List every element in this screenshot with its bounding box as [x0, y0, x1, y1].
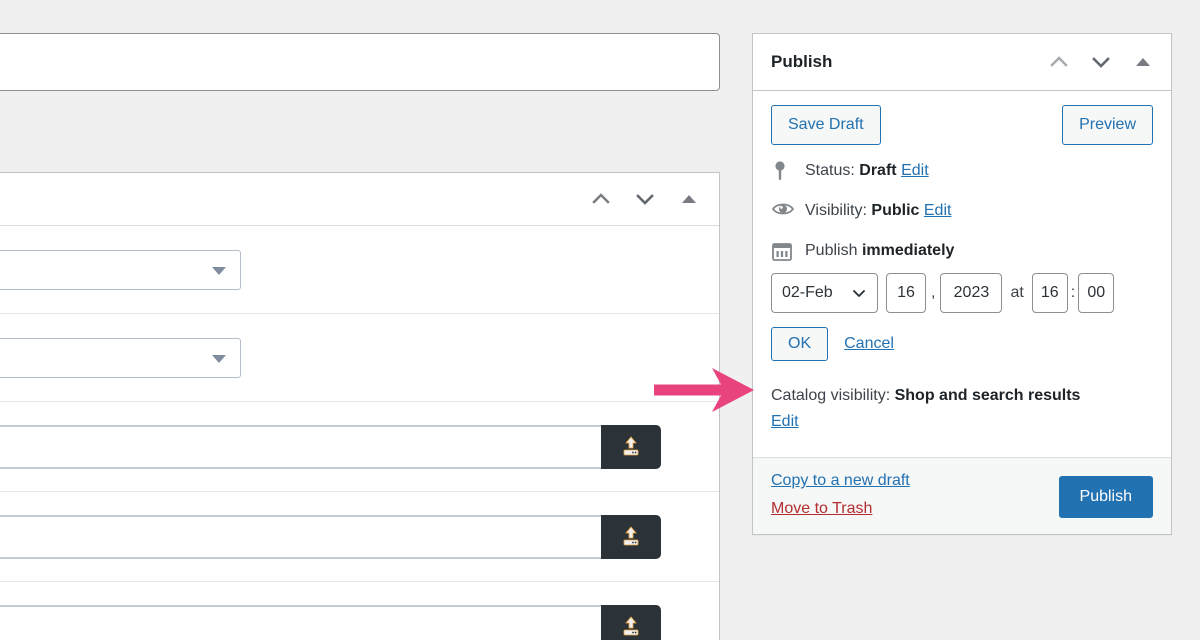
cancel-link[interactable]: Cancel	[844, 335, 894, 353]
file-path-input-1[interactable]	[0, 424, 601, 469]
schedule-label: Publish	[805, 242, 858, 260]
publish-metabox-header: Publish	[753, 34, 1171, 91]
chevron-up-icon[interactable]	[1045, 48, 1073, 76]
month-select[interactable]: 02-Feb	[771, 273, 878, 314]
publish-metabox-title: Publish	[771, 52, 833, 71]
form-row-select-1	[0, 226, 719, 314]
schedule-value: immediately	[861, 242, 955, 260]
comma-separator: ,	[931, 284, 936, 302]
form-row-select-2	[0, 314, 719, 402]
file-path-input-2[interactable]	[0, 514, 601, 559]
day-input[interactable]: 16	[886, 273, 926, 314]
post-title-input[interactable]	[0, 33, 720, 91]
file-path-input-3[interactable]	[0, 604, 601, 640]
status-value: Draft	[859, 162, 897, 180]
save-draft-button[interactable]: Save Draft	[771, 105, 881, 146]
move-to-trash-link[interactable]: Move to Trash	[771, 500, 910, 518]
metabox-header	[0, 173, 719, 226]
timestamp-fields: 02-Feb 16 , 2023 at 16 : 00	[771, 273, 1153, 314]
year-input[interactable]: 2023	[940, 273, 1003, 314]
ok-button[interactable]: OK	[771, 327, 829, 362]
hour-input[interactable]: 16	[1031, 273, 1068, 314]
form-row-upload-3	[0, 582, 719, 640]
publish-button[interactable]: Publish	[1058, 476, 1153, 519]
minute-input[interactable]: 00	[1078, 273, 1115, 314]
timestamp-actions: OK Cancel	[771, 327, 1153, 362]
publish-metabox-footer: Copy to a new draft Move to Trash Publis…	[753, 457, 1171, 535]
product-data-metabox	[0, 172, 720, 640]
chevron-down-icon[interactable]	[1087, 48, 1115, 76]
catalog-visibility-label: Catalog visibility:	[771, 387, 891, 405]
catalog-visibility-row: Catalog visibility: Shop and search resu…	[771, 383, 1153, 435]
draft-preview-row: Save Draft Preview	[771, 105, 1153, 146]
screen-root: -indigo/product/my/ Edit	[0, 0, 1200, 640]
edit-catalog-visibility-link[interactable]: Edit	[771, 413, 799, 430]
post-editor-column: -indigo/product/my/ Edit	[0, 0, 720, 640]
year-value: 2023	[953, 284, 990, 302]
chevron-down-icon[interactable]	[631, 185, 659, 213]
select-dropdown-2[interactable]	[0, 337, 241, 378]
pin-icon	[771, 159, 805, 182]
triangle-up-icon[interactable]	[1129, 48, 1157, 76]
calendar-icon	[771, 239, 805, 262]
edit-status-link[interactable]: Edit	[901, 162, 929, 179]
minute-value: 00	[1087, 284, 1106, 302]
month-value: 02-Feb	[782, 284, 833, 302]
eye-icon	[771, 199, 805, 218]
preview-button[interactable]: Preview	[1062, 105, 1153, 146]
upload-icon[interactable]	[601, 424, 661, 469]
permalink-row: -indigo/product/my/ Edit	[0, 100, 720, 150]
status-row: Status: Draft Edit	[771, 159, 1153, 183]
visibility-row: Visibility: Public Edit	[771, 199, 1153, 223]
visibility-value: Public	[871, 202, 920, 220]
triangle-up-icon[interactable]	[675, 185, 703, 213]
publish-metabox-body: Save Draft Preview Status: Draft Edit Vi…	[753, 91, 1171, 457]
hour-value: 16	[1040, 284, 1059, 302]
colon-separator: :	[1070, 284, 1076, 302]
upload-icon[interactable]	[601, 514, 661, 559]
copy-to-new-draft-link[interactable]: Copy to a new draft	[771, 472, 910, 490]
visibility-label: Visibility:	[805, 202, 867, 220]
schedule-row: Publish immediately	[771, 239, 1153, 263]
status-label: Status:	[805, 162, 855, 180]
chevron-down-icon	[853, 290, 865, 298]
upload-icon[interactable]	[601, 604, 661, 640]
day-value: 16	[897, 284, 915, 302]
publish-metabox: Publish Save Draft Preview Status: Draft…	[752, 33, 1172, 536]
select-dropdown-1[interactable]	[0, 249, 241, 290]
form-row-upload-2	[0, 492, 719, 582]
edit-visibility-link[interactable]: Edit	[924, 202, 952, 219]
at-label: at	[1010, 284, 1024, 302]
form-row-upload-1	[0, 402, 719, 492]
chevron-up-icon[interactable]	[587, 185, 615, 213]
catalog-visibility-value: Shop and search results	[894, 387, 1081, 405]
